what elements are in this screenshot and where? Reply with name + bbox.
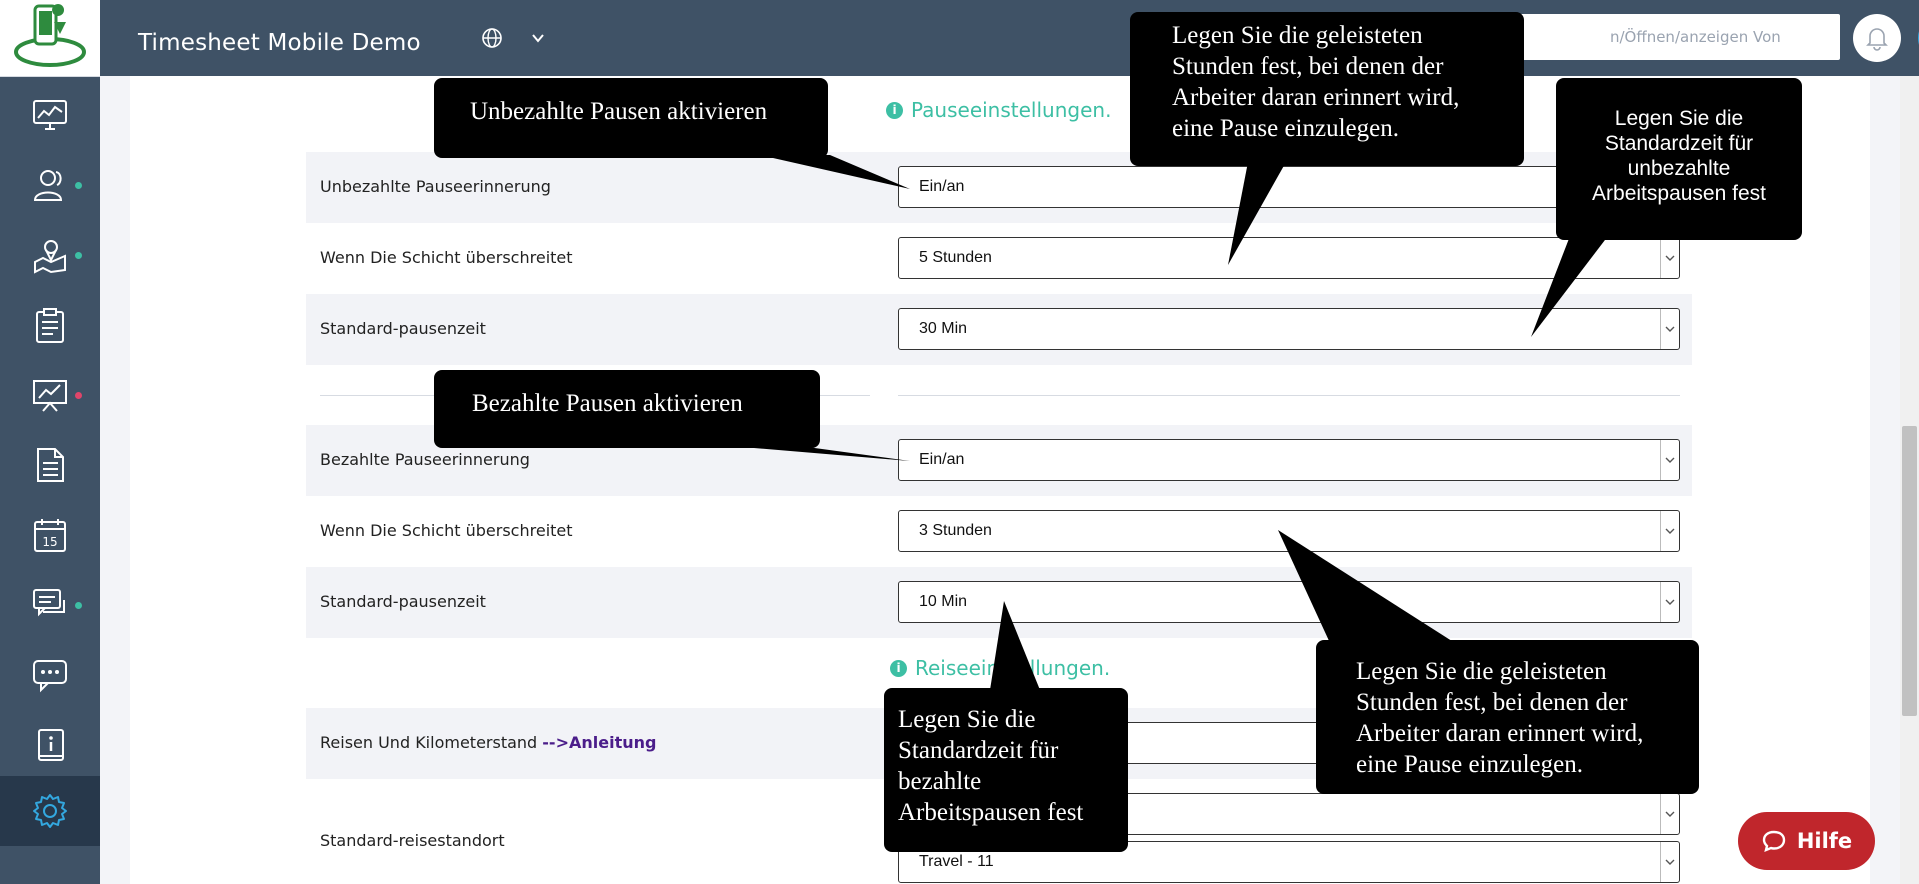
select-value: 3 Stunden [919, 522, 992, 539]
row-label-text: Reisen Und Kilometerstand [320, 733, 543, 752]
chevron-down-icon [1660, 238, 1679, 278]
select-value: 10 Min [919, 593, 968, 610]
app-title: Timesheet Mobile Demo [138, 30, 421, 56]
calendar-day: 15 [42, 535, 57, 549]
chevron-down-icon [1660, 440, 1679, 480]
bell-icon [1866, 28, 1888, 51]
sidebar-item-help-guide[interactable] [0, 710, 100, 780]
app-root: 15 Timesheet Mobile Demo n/Öffnen/anzeig… [0, 0, 1919, 884]
reports-notification-dot [75, 392, 82, 399]
section-title: Reiseeinstellungen. [915, 656, 1111, 680]
search-input[interactable]: n/Öffnen/anzeigen Von [1490, 14, 1840, 60]
sidebar-item-users[interactable] [0, 150, 100, 220]
select-value: Travel - 11 [919, 853, 994, 870]
sidebar-item-reports[interactable] [0, 360, 100, 430]
help-button[interactable]: Hilfe [1738, 812, 1875, 870]
callout-enable-paid: Bezahlte Pausen aktivieren [434, 370, 820, 448]
unpaid-exceeds-select[interactable]: 5 Stunden [898, 237, 1680, 279]
sidebar-item-locations[interactable] [0, 220, 100, 290]
reports-chart-icon [33, 380, 67, 412]
select-value: Ein/an [919, 178, 965, 195]
row-label: Reisen Und Kilometerstand -->Anleitung [320, 733, 656, 752]
search-placeholder: n/Öffnen/anzeigen Von [1610, 28, 1781, 46]
guide-link[interactable]: -->Anleitung [542, 733, 656, 752]
section-title: Pauseeinstellungen. [911, 98, 1112, 122]
select-value: 5 Stunden [919, 249, 992, 266]
row-label: Bezahlte Pauseerinnerung [320, 450, 530, 469]
chat-icon [33, 589, 65, 617]
row-label: Wenn Die Schicht überschreitet [320, 248, 573, 267]
message-bubble-icon [33, 660, 67, 693]
row-paid-default: Standard-pausenzeit 10 Min [306, 567, 1692, 638]
help-label: Hilfe [1796, 829, 1853, 853]
users-icon [33, 170, 63, 201]
clipboard-list-icon [36, 308, 64, 343]
row-label: Unbezahlte Pauseerinnerung [320, 177, 551, 196]
chat-notification-dot [75, 602, 82, 609]
info-book-icon [38, 729, 64, 761]
row-paid-exceeds: Wenn Die Schicht überschreitet 3 Stunden [306, 496, 1692, 567]
calendar-icon: 15 [34, 519, 66, 552]
app-logo-icon [14, 4, 86, 67]
scrollbar-thumb[interactable] [1902, 426, 1917, 716]
locations-notification-dot [75, 252, 82, 259]
callout-hours-unpaid: Legen Sie die geleisteten Stunden fest, … [1130, 12, 1524, 166]
chevron-down-icon [1660, 794, 1679, 834]
sidebar-item-messages[interactable] [0, 640, 100, 710]
select-value: Ein/an [919, 451, 965, 468]
sidebar-item-chat[interactable] [0, 570, 100, 640]
select-value: 30 Min [919, 320, 968, 337]
notifications-button[interactable] [1853, 14, 1901, 62]
paid-default-select[interactable]: 10 Min [898, 581, 1680, 623]
chat-bubble-icon [1762, 830, 1786, 852]
row-unpaid-default: Standard-pausenzeit 30 Min [306, 294, 1692, 365]
document-icon [37, 448, 64, 482]
language-icon[interactable] [480, 26, 504, 50]
chevron-down-icon[interactable] [530, 30, 546, 46]
chevron-down-icon [1660, 511, 1679, 551]
info-icon: i [886, 101, 903, 119]
chevron-down-icon [1660, 842, 1679, 882]
callout-default-unpaid: Legen Sie die Standardzeit für unbezahlt… [1556, 78, 1802, 240]
row-unpaid-exceeds: Wenn Die Schicht überschreitet 5 Stunden [306, 223, 1692, 294]
callout-default-paid: Legen Sie die Standardzeit für bezahlte … [884, 688, 1128, 852]
row-label: Wenn Die Schicht überschreitet [320, 521, 573, 540]
sidebar: 15 [0, 0, 100, 884]
sidebar-item-timesheets[interactable] [0, 290, 100, 360]
logo[interactable] [0, 0, 100, 77]
sidebar-item-settings[interactable] [0, 776, 100, 846]
unpaid-default-select[interactable]: 30 Min [898, 308, 1680, 350]
info-icon: i [890, 659, 907, 677]
location-map-icon [34, 240, 66, 274]
chevron-down-icon [1660, 309, 1679, 349]
settings-gear-icon [33, 794, 67, 828]
section-break-settings: i Pauseeinstellungen. [886, 98, 1111, 122]
sidebar-item-dashboard[interactable] [0, 80, 100, 150]
row-label: Standard-pausenzeit [320, 592, 486, 611]
sidebar-item-calendar[interactable]: 15 [0, 500, 100, 570]
section-travel-settings: i Reiseeinstellungen. [890, 656, 1110, 680]
dashboard-monitor-icon [33, 100, 67, 130]
paid-reminder-select[interactable]: Ein/an [898, 439, 1680, 481]
users-notification-dot [75, 182, 82, 189]
paid-exceeds-select[interactable]: 3 Stunden [898, 510, 1680, 552]
top-bar: Timesheet Mobile Demo n/Öffnen/anzeigen … [100, 0, 1919, 76]
sidebar-item-documents[interactable] [0, 430, 100, 500]
row-label: Standard-pausenzeit [320, 319, 486, 338]
chevron-down-icon [1660, 582, 1679, 622]
divider [898, 395, 1680, 396]
callout-hours-paid: Legen Sie die geleisteten Stunden fest, … [1316, 640, 1699, 794]
row-label: Standard-reisestandort [320, 831, 505, 850]
callout-enable-unpaid: Unbezahlte Pausen aktivieren [434, 78, 828, 158]
